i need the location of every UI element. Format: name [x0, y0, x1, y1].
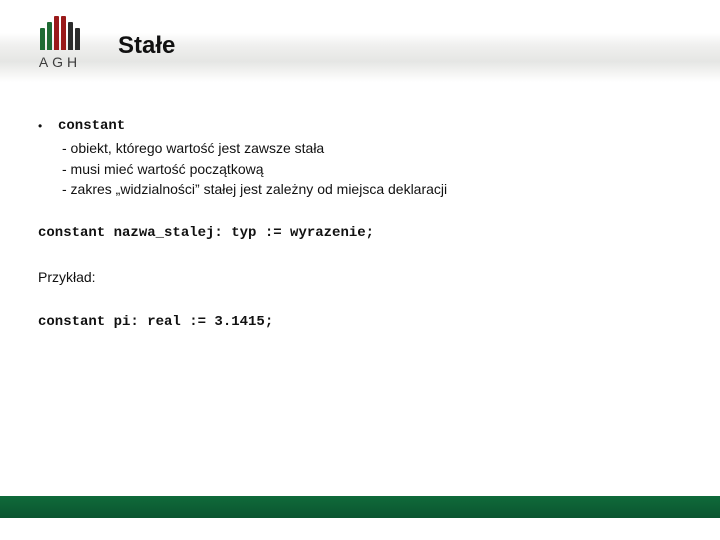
- logo-bar: [68, 22, 73, 50]
- logo-bar: [40, 28, 45, 50]
- slide-title: Stałe: [118, 32, 175, 60]
- sub-item: - zakres „widzialności” stałej jest zale…: [62, 179, 678, 199]
- logo-bar: [54, 16, 59, 50]
- logo-bar: [61, 16, 66, 50]
- logo-bar: [75, 28, 80, 50]
- example-label: Przykład:: [38, 267, 678, 287]
- logo-text: AGH: [26, 54, 94, 70]
- logo-bars-icon: [26, 14, 94, 50]
- bullet-head: constant: [58, 116, 125, 136]
- header-band: [0, 0, 720, 82]
- slide-content: • constant - obiekt, którego wartość jes…: [38, 116, 678, 332]
- sub-item: - musi mieć wartość początkową: [62, 159, 678, 179]
- example-code: constant pi: real := 3.1415;: [38, 312, 678, 332]
- agh-logo: AGH: [26, 14, 94, 70]
- bullet-item: • constant: [38, 116, 678, 136]
- slide: AGH Stałe • constant - obiekt, którego w…: [0, 0, 720, 540]
- logo-bar: [47, 22, 52, 50]
- syntax-line: constant nazwa_stalej: typ := wyrazenie;: [38, 223, 678, 243]
- bullet-dot-icon: •: [38, 116, 58, 135]
- footer-bar: [0, 496, 720, 518]
- sub-item: - obiekt, którego wartość jest zawsze st…: [62, 138, 678, 158]
- bullet-sublist: - obiekt, którego wartość jest zawsze st…: [62, 138, 678, 199]
